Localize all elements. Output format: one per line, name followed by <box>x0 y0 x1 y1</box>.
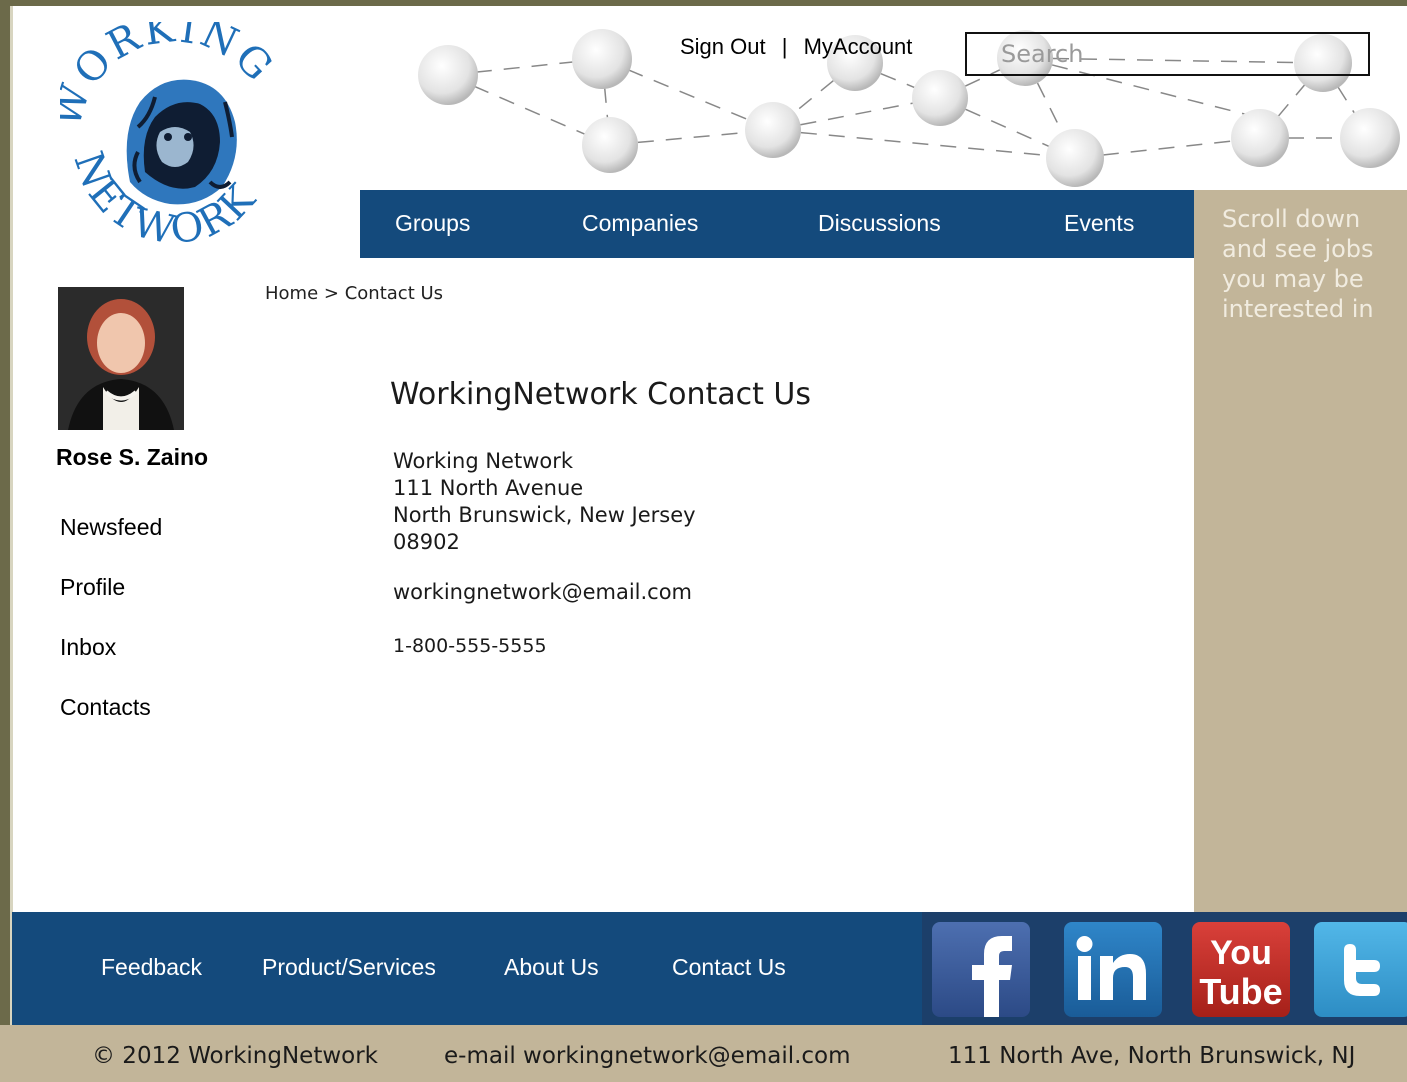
site-logo[interactable]: WORKING NETWORK <box>43 5 290 254</box>
breadcrumb-current: Contact Us <box>344 283 444 304</box>
jobs-side-panel: Scroll down and see jobs you may be inte… <box>1194 190 1407 912</box>
breadcrumb-home[interactable]: Home <box>265 283 318 304</box>
my-account-link[interactable]: MyAccount <box>804 34 913 59</box>
copyright-email[interactable]: e-mail workingnetwork@email.com <box>444 1043 851 1069</box>
search-input[interactable] <box>967 34 1368 74</box>
youtube-icon[interactable]: You Tube <box>1192 922 1290 1017</box>
facebook-icon[interactable] <box>932 922 1030 1017</box>
youtube-text-bottom: Tube <box>1199 971 1282 1012</box>
nav-item-events[interactable]: Events <box>1064 210 1134 237</box>
left-nav-newsfeed[interactable]: Newsfeed <box>60 514 162 541</box>
breadcrumb: Home > Contact Us <box>265 283 443 304</box>
contact-address: Working Network 111 North Avenue North B… <box>393 448 696 556</box>
twitter-icon[interactable] <box>1314 922 1407 1017</box>
footer-link-contact[interactable]: Contact Us <box>672 954 786 981</box>
avatar[interactable] <box>58 287 184 430</box>
facebook-glyph-icon <box>972 936 1012 1017</box>
main-nav: Groups Companies Discussions Events <box>360 190 1194 258</box>
sign-out-link[interactable]: Sign Out <box>680 34 766 59</box>
nav-item-groups[interactable]: Groups <box>395 210 470 237</box>
nav-item-discussions[interactable]: Discussions <box>818 210 941 237</box>
copyright-address: 111 North Ave, North Brunswick, NJ <box>948 1043 1356 1069</box>
footer-nav: Feedback Product/Services About Us Conta… <box>12 912 1407 1026</box>
lion-logo-icon: WORKING NETWORK <box>43 5 280 254</box>
contact-email[interactable]: workingnetwork@email.com <box>393 580 692 604</box>
linkedin-icon[interactable] <box>1064 922 1162 1017</box>
left-nav-contacts[interactable]: Contacts <box>60 694 151 721</box>
account-links: Sign Out | MyAccount <box>680 34 912 60</box>
footer-link-feedback[interactable]: Feedback <box>101 954 202 981</box>
address-line: 111 North Avenue <box>393 476 584 500</box>
contact-phone: 1-800-555-5555 <box>393 635 547 657</box>
copyright-bar: © 2012 WorkingNetwork e-mail workingnetw… <box>0 1025 1407 1082</box>
copyright-text: © 2012 WorkingNetwork <box>92 1043 378 1069</box>
page-frame-inner <box>10 6 13 1025</box>
left-nav-profile[interactable]: Profile <box>60 574 125 601</box>
page-title: WorkingNetwork Contact Us <box>390 377 811 412</box>
page-frame-left <box>0 0 10 1025</box>
search-box <box>965 32 1370 76</box>
page-frame-top <box>0 0 1407 6</box>
footer-link-about[interactable]: About Us <box>504 954 599 981</box>
twitter-glyph-icon <box>1344 944 1380 996</box>
nav-item-companies[interactable]: Companies <box>582 210 698 237</box>
youtube-glyph-icon: You Tube <box>1199 934 1282 1012</box>
profile-photo-icon <box>58 287 184 430</box>
footer-link-products[interactable]: Product/Services <box>262 954 436 981</box>
left-nav-inbox[interactable]: Inbox <box>60 634 116 661</box>
youtube-text-top: You <box>1210 934 1272 972</box>
linkedin-glyph-icon <box>1076 936 1146 1000</box>
social-links: You Tube <box>922 912 1407 1026</box>
address-line: 08902 <box>393 530 460 554</box>
address-line: North Brunswick, New Jersey <box>393 503 696 527</box>
breadcrumb-separator: > <box>323 283 339 304</box>
jobs-promo-text: Scroll down and see jobs you may be inte… <box>1222 205 1374 323</box>
address-line: Working Network <box>393 449 574 473</box>
link-separator: | <box>781 34 788 59</box>
user-name[interactable]: Rose S. Zaino <box>56 444 208 471</box>
